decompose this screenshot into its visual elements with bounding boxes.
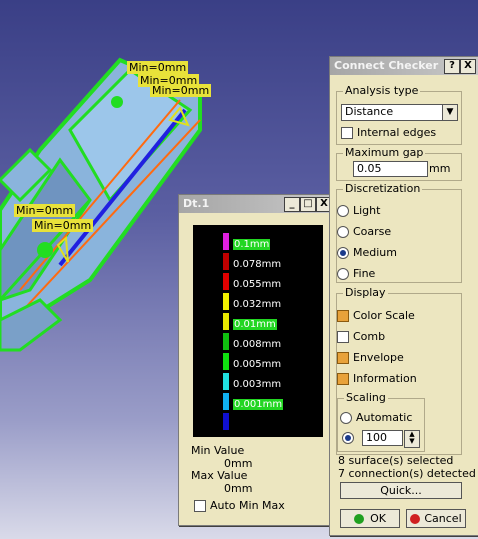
cancel-button[interactable]: Cancel [406,509,466,528]
max-value: 0mm [224,482,253,495]
maximum-gap-input[interactable]: 0.05 [353,161,428,177]
auto-min-max-label: Auto Min Max [210,499,285,512]
discretization-group: Discretization Light Coarse Medium Fine [336,182,462,283]
scale-label: 0.078mm [233,259,282,270]
scale-label: 0.003mm [233,379,282,390]
scale-swatch [223,273,229,290]
dialog-title: Connect Checker [334,59,439,72]
dt-title: Dt.1 [183,197,210,210]
maximum-gap-unit: mm [429,162,451,175]
checkbox-box[interactable] [194,499,206,512]
min-label: Min=0mm [14,204,76,217]
cancel-icon [410,514,421,524]
minimize-button[interactable]: _ [284,197,300,212]
max-value-label: Max Value [191,469,248,482]
connections-detected: 7 connection(s) detected [338,467,476,480]
scale-swatch [223,313,229,330]
radio-medium[interactable]: Medium [337,246,397,259]
checkbox-box[interactable] [337,372,349,385]
internal-edges-checkbox[interactable]: Internal edges [341,126,436,139]
min-label: Min=0mm [32,219,94,232]
chevron-down-icon[interactable]: ▼ [442,105,457,120]
scale-swatch [223,413,229,430]
scale-swatch [223,293,229,310]
scale-label: 0.055mm [233,279,282,290]
min-label: Min=0mm [127,61,189,74]
radio-button[interactable] [340,411,352,424]
analysis-type-group: Analysis type Distance ▼ Internal edges [336,84,462,145]
radio-button[interactable] [337,225,349,238]
connect-checker-titlebar[interactable]: Connect Checker ? X [330,57,478,75]
comb-checkbox[interactable]: Comb [337,330,385,343]
surfaces-selected: 8 surface(s) selected [338,454,454,467]
help-button[interactable]: ? [444,59,460,74]
radio-fine[interactable]: Fine [337,267,375,280]
maximum-gap-group: Maximum gap 0.05 mm [336,146,462,181]
display-label: Display [343,286,388,299]
radio-coarse[interactable]: Coarse [337,225,391,238]
radio-button[interactable] [342,432,354,444]
scaling-group: Scaling Automatic 100 ▲ ▼ [337,391,425,452]
radio-button[interactable] [337,204,349,217]
checkbox-box[interactable] [337,351,349,364]
scale-swatch [223,373,229,390]
analysis-type-select[interactable]: Distance ▼ [341,104,458,121]
scale-label: 0.005mm [233,359,282,370]
close-button[interactable]: X [460,59,476,74]
scale-swatch [223,353,229,370]
radio-automatic[interactable]: Automatic [340,411,412,424]
internal-edges-label: Internal edges [357,126,437,139]
ok-icon [354,514,365,524]
maximum-gap-label: Maximum gap [343,146,426,159]
radio-light[interactable]: Light [337,204,380,217]
checkbox-box[interactable] [337,309,349,322]
checkbox-box[interactable] [337,330,349,343]
spinner-icon[interactable]: ▲ ▼ [404,430,420,448]
connect-checker-dialog[interactable]: Connect Checker ? X Analysis type Distan… [329,56,478,536]
ok-button[interactable]: OK [340,509,400,528]
radio-button[interactable] [337,267,349,280]
color-scale: 0.1mm 0.078mm 0.055mm 0.032mm 0.01mm 0.008mm 0… [193,225,323,437]
min-label: Min=0mm [150,84,212,97]
radio-button[interactable] [337,246,349,259]
scale-swatch [223,333,229,350]
scale-label: 0.008mm [233,339,282,350]
quick-button[interactable]: Quick... [340,482,462,499]
scaling-label: Scaling [344,391,388,404]
scaling-input[interactable]: 100 [362,430,403,446]
information-checkbox[interactable]: Information [337,372,417,385]
min-value-label: Min Value [191,444,245,457]
checkbox-box[interactable] [341,126,353,139]
display-group: Display Color Scale Comb Envelope Inform… [336,286,462,455]
dt-titlebar[interactable]: Dt.1 _ □ X [179,195,334,213]
scale-label: 0.1mm [233,239,271,250]
scale-swatch [223,233,229,250]
scale-label: 0.01mm [233,319,277,330]
scale-label: 0.032mm [233,299,282,310]
auto-min-max-checkbox[interactable]: Auto Min Max [194,499,285,512]
scale-label: 0.001mm [233,399,284,410]
maximize-button[interactable]: □ [300,197,316,212]
scale-swatch [223,393,229,410]
envelope-checkbox[interactable]: Envelope [337,351,404,364]
color-scale-checkbox[interactable]: Color Scale [337,309,415,322]
discretization-label: Discretization [343,182,423,195]
analysis-type-label: Analysis type [343,84,421,97]
scale-swatch [223,253,229,270]
